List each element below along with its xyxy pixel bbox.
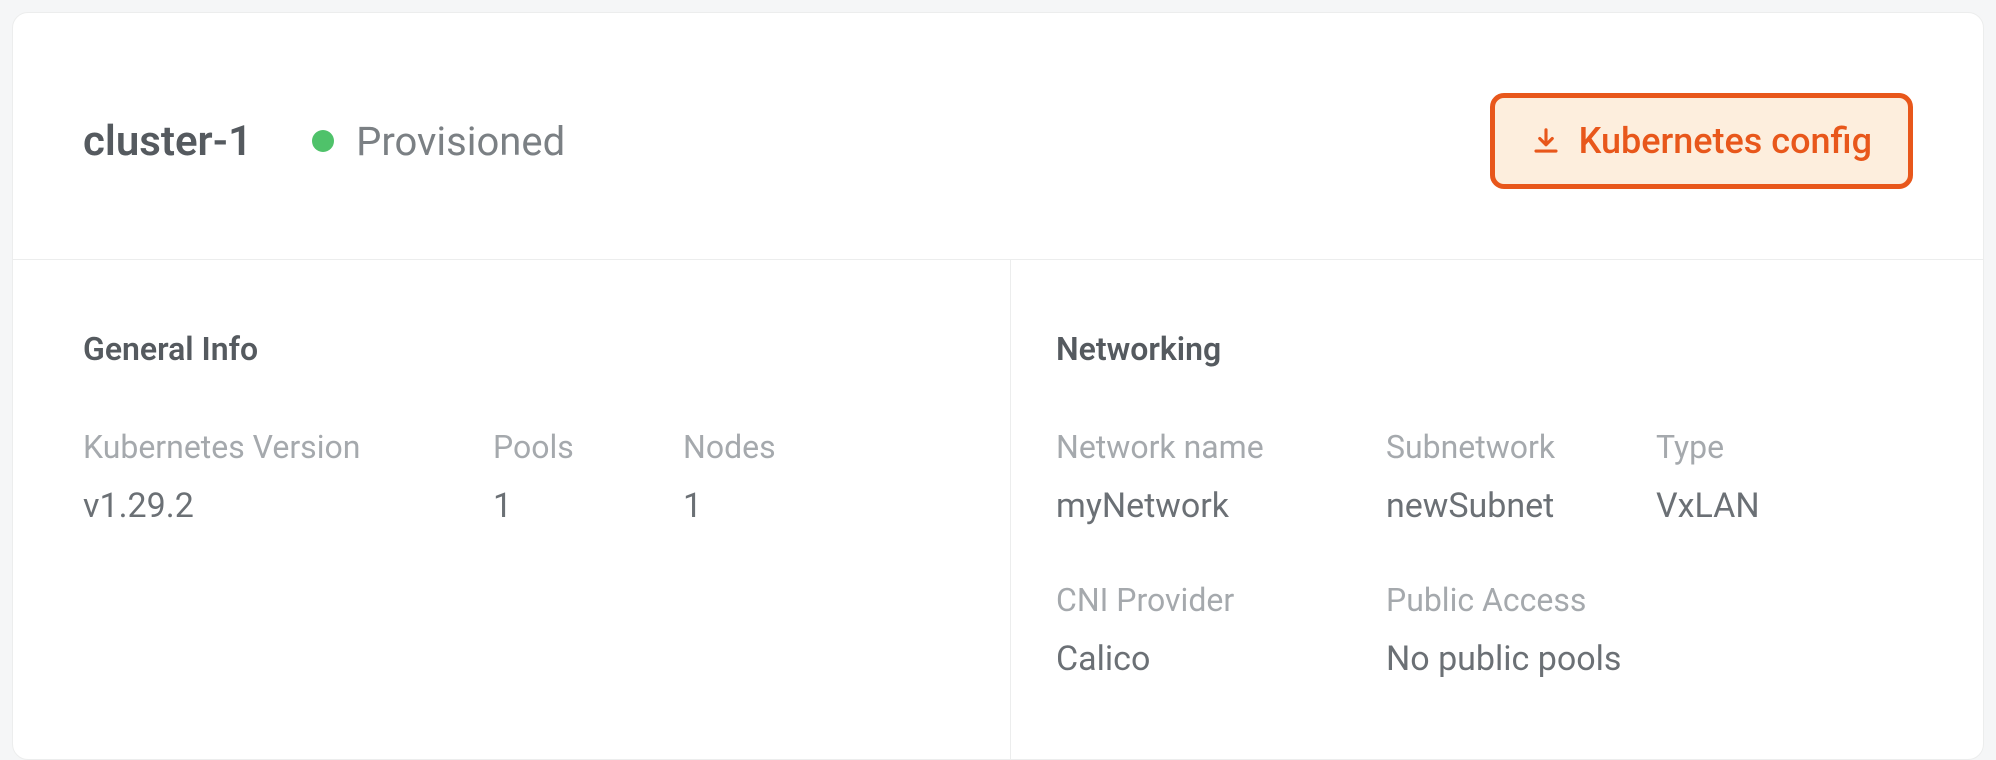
- nodes-value: 1: [683, 486, 823, 526]
- type-value: VxLAN: [1656, 486, 1796, 526]
- cni-provider-field: CNI Provider Calico: [1056, 581, 1336, 679]
- subnetwork-label: Subnetwork: [1386, 428, 1606, 466]
- general-info-panel: General Info Kubernetes Version v1.29.2 …: [13, 260, 1011, 759]
- cni-provider-label: CNI Provider: [1056, 581, 1336, 619]
- network-name-label: Network name: [1056, 428, 1336, 466]
- network-name-field: Network name myNetwork: [1056, 428, 1336, 526]
- nodes-field: Nodes 1: [683, 428, 823, 526]
- pools-value: 1: [493, 486, 633, 526]
- nodes-label: Nodes: [683, 428, 823, 466]
- kubernetes-version-value: v1.29.2: [83, 486, 443, 526]
- kubernetes-version-label: Kubernetes Version: [83, 428, 443, 466]
- subnetwork-value: newSubnet: [1386, 486, 1606, 526]
- status-badge: Provisioned: [312, 118, 565, 165]
- networking-panel: Networking Network name myNetwork Subnet…: [1011, 260, 1983, 759]
- cni-provider-value: Calico: [1056, 639, 1336, 679]
- card-body: General Info Kubernetes Version v1.29.2 …: [13, 260, 1983, 759]
- pools-label: Pools: [493, 428, 633, 466]
- general-info-title: General Info: [83, 330, 940, 368]
- cluster-name: cluster-1: [83, 117, 252, 166]
- pools-field: Pools 1: [493, 428, 633, 526]
- public-access-value: No public pools: [1386, 639, 1621, 679]
- cluster-card: cluster-1 Provisioned Kubernetes config …: [12, 12, 1984, 760]
- public-access-label: Public Access: [1386, 581, 1621, 619]
- status-dot-icon: [312, 130, 334, 152]
- download-icon: [1531, 126, 1561, 156]
- networking-row-1: Network name myNetwork Subnetwork newSub…: [1056, 428, 1913, 526]
- card-header: cluster-1 Provisioned Kubernetes config: [13, 13, 1983, 260]
- kubernetes-config-button[interactable]: Kubernetes config: [1490, 93, 1913, 189]
- status-text: Provisioned: [356, 118, 565, 165]
- subnetwork-field: Subnetwork newSubnet: [1386, 428, 1606, 526]
- type-field: Type VxLAN: [1656, 428, 1796, 526]
- public-access-field: Public Access No public pools: [1386, 581, 1621, 679]
- kubernetes-version-field: Kubernetes Version v1.29.2: [83, 428, 443, 526]
- network-name-value: myNetwork: [1056, 486, 1336, 526]
- networking-row-2: CNI Provider Calico Public Access No pub…: [1056, 581, 1913, 679]
- networking-title: Networking: [1056, 330, 1913, 368]
- header-left: cluster-1 Provisioned: [83, 117, 565, 166]
- general-info-fields: Kubernetes Version v1.29.2 Pools 1 Nodes…: [83, 428, 940, 526]
- kubernetes-config-label: Kubernetes config: [1579, 120, 1872, 162]
- type-label: Type: [1656, 428, 1796, 466]
